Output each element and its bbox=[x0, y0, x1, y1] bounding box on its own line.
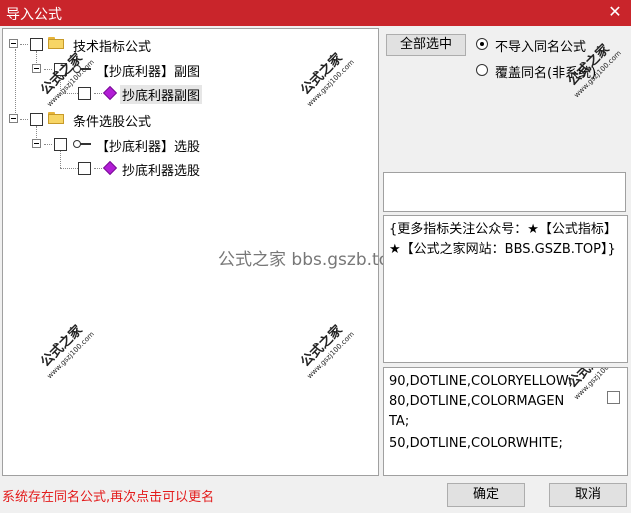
tree-node-label: 抄底利器选股 bbox=[122, 164, 201, 179]
source-line: 80,DOTLINE,COLORMAGEN bbox=[389, 394, 565, 409]
select-all-button[interactable]: 全部选中 bbox=[386, 34, 466, 56]
tree-node-stock-selection-formulas[interactable]: 条件选股公式 bbox=[3, 108, 203, 130]
formula-gem-icon bbox=[102, 160, 118, 176]
cancel-button[interactable]: 取消 bbox=[549, 483, 627, 507]
source-line: 50,DOTLINE,COLORWHITE; bbox=[389, 436, 563, 451]
tree-checkbox[interactable] bbox=[30, 113, 43, 126]
tree-node-label: 抄底利器副图 bbox=[120, 85, 203, 104]
tree-node-subchart-group[interactable]: 【抄底利器】副图 bbox=[3, 58, 243, 80]
tree-node-selection-formula[interactable]: 抄底利器选股 bbox=[3, 157, 243, 179]
title-bar: 导入公式 ✕ bbox=[0, 0, 631, 26]
preview-checkbox[interactable] bbox=[607, 391, 620, 404]
source-line: TA; bbox=[389, 414, 410, 429]
window-title: 导入公式 bbox=[6, 7, 62, 23]
description-panel: {更多指标关注公众号：★【公式指标】★【公式之家网站：BBS.GSZB.TOP】… bbox=[383, 215, 628, 363]
tree-node-label: 条件选股公式 bbox=[73, 115, 152, 130]
status-message: 系统存在同名公式,再次点击可以更名 bbox=[2, 490, 215, 505]
collapse-toggle[interactable] bbox=[32, 139, 41, 148]
tree-checkbox[interactable] bbox=[54, 138, 67, 151]
watermark-stamp: 公式之家 www.gszj100.com bbox=[298, 322, 356, 381]
key-icon bbox=[73, 140, 91, 148]
collapse-toggle[interactable] bbox=[32, 64, 41, 73]
folder-icon bbox=[48, 37, 64, 49]
source-preview-panel[interactable]: 90,DOTLINE,COLORYELLOW; 80,DOTLINE,COLOR… bbox=[383, 367, 628, 476]
watermark-stamp: 公式之家 www.gszj100.com bbox=[298, 50, 356, 109]
no-import-same-name-label: 不导入同名公式 bbox=[495, 40, 587, 55]
folder-icon bbox=[48, 112, 64, 124]
tree-node-label: 【抄底利器】副图 bbox=[96, 65, 201, 80]
no-import-same-name-radio[interactable] bbox=[476, 38, 488, 50]
ok-button[interactable]: 确定 bbox=[447, 483, 525, 507]
watermark-stamp: 公式之家 www.gszj100.com bbox=[38, 322, 96, 381]
collapse-toggle[interactable] bbox=[9, 114, 18, 123]
tree-checkbox[interactable] bbox=[78, 87, 91, 100]
tree-node-label: 【抄底利器】选股 bbox=[96, 140, 201, 155]
site-watermark: 公式之家 bbs.gszb.top bbox=[218, 250, 400, 270]
name-edit-box[interactable] bbox=[383, 172, 626, 212]
formula-gem-icon bbox=[102, 85, 118, 101]
tree-node-indicator-formulas[interactable]: 技术指标公式 bbox=[3, 33, 203, 55]
tree-checkbox[interactable] bbox=[30, 38, 43, 51]
overwrite-same-name-radio[interactable] bbox=[476, 64, 488, 76]
description-text: {更多指标关注公众号：★【公式指标】★【公式之家网站：BBS.GSZB.TOP】… bbox=[389, 222, 617, 257]
source-line: 90,DOTLINE,COLORYELLOW; bbox=[389, 374, 574, 389]
tree-node-selection-group[interactable]: 【抄底利器】选股 bbox=[3, 133, 243, 155]
collapse-toggle[interactable] bbox=[9, 39, 18, 48]
tree-checkbox[interactable] bbox=[78, 162, 91, 175]
close-icon[interactable]: ✕ bbox=[607, 2, 623, 22]
